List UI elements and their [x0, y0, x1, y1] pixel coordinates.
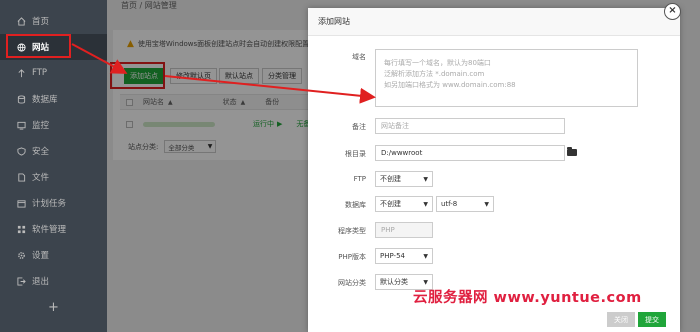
arrow-to-domain-box	[164, 75, 376, 104]
arrow-to-add-button	[71, 43, 128, 74]
annotation-arrows	[71, 43, 376, 104]
